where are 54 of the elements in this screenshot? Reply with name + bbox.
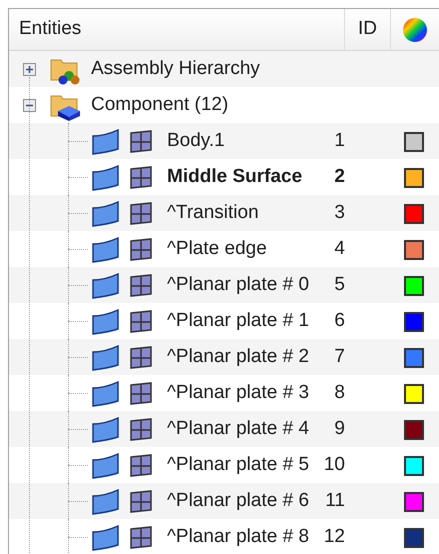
id-cell-text: 3 bbox=[334, 200, 345, 225]
color-swatch[interactable] bbox=[404, 240, 424, 260]
tree-item[interactable]: Middle Surface bbox=[167, 162, 302, 192]
color-swatch[interactable] bbox=[404, 456, 424, 476]
grid-icon bbox=[129, 381, 155, 405]
grid-icon bbox=[129, 129, 155, 153]
tree-item[interactable]: ^Planar plate # 5 bbox=[167, 450, 310, 480]
id-cell-text: 4 bbox=[334, 236, 345, 261]
grid-icon bbox=[129, 489, 155, 513]
id-cell-text: 7 bbox=[334, 344, 345, 369]
color-swatch[interactable] bbox=[404, 276, 424, 296]
id-cell-text: 11 bbox=[325, 488, 345, 513]
tree-item[interactable]: ^Transition bbox=[167, 198, 259, 228]
tree-item[interactable]: ^Planar plate # 0 bbox=[167, 270, 310, 300]
column-header[interactable]: Entities bbox=[9, 9, 345, 50]
grid-icon bbox=[129, 309, 155, 333]
grid-icon bbox=[129, 525, 155, 549]
color-swatch[interactable] bbox=[404, 528, 424, 548]
color-swatch[interactable] bbox=[404, 348, 424, 368]
id-cell-text: 1 bbox=[334, 128, 345, 153]
color-swatch[interactable] bbox=[404, 168, 424, 188]
grid-icon bbox=[129, 201, 155, 225]
color-wheel-icon[interactable] bbox=[402, 16, 428, 42]
grid-icon bbox=[129, 453, 155, 477]
id-cell-text: 2 bbox=[334, 164, 345, 189]
id-cell-text: 10 bbox=[324, 452, 345, 477]
color-swatch[interactable] bbox=[404, 132, 424, 152]
tree-item[interactable]: ^Planar plate # 8 bbox=[167, 522, 310, 552]
id-cell-text: 9 bbox=[334, 416, 345, 441]
column-header[interactable]: ID bbox=[345, 9, 391, 50]
id-cell-text: 8 bbox=[334, 380, 345, 405]
color-swatch[interactable] bbox=[404, 204, 424, 224]
grid-icon bbox=[129, 237, 155, 261]
tree-item[interactable]: ^Planar plate # 3 bbox=[167, 378, 310, 408]
color-swatch[interactable] bbox=[404, 492, 424, 512]
expand-toggle[interactable] bbox=[23, 63, 36, 76]
grid-icon bbox=[129, 345, 155, 369]
grid-icon bbox=[129, 417, 155, 441]
id-cell-text: 6 bbox=[334, 308, 345, 333]
color-swatch[interactable] bbox=[404, 420, 424, 440]
tree-item[interactable]: ^Planar plate # 2 bbox=[167, 342, 310, 372]
id-cell-text: 5 bbox=[334, 272, 345, 297]
tree-item[interactable]: ^Planar plate # 1 bbox=[167, 306, 310, 336]
tree-item[interactable]: Component (12) bbox=[91, 90, 228, 120]
tree-item[interactable]: ^Plate edge bbox=[167, 234, 267, 264]
tree-item[interactable]: ^Planar plate # 4 bbox=[167, 414, 310, 444]
color-swatch[interactable] bbox=[404, 384, 424, 404]
grid-icon bbox=[129, 165, 155, 189]
tree-item[interactable]: Body.1 bbox=[167, 126, 225, 156]
color-swatch[interactable] bbox=[404, 312, 424, 332]
id-cell-text: 12 bbox=[324, 524, 345, 549]
tree-item[interactable]: ^Planar plate # 6 bbox=[167, 486, 310, 516]
grid-icon bbox=[129, 273, 155, 297]
collapse-toggle[interactable] bbox=[23, 99, 36, 112]
